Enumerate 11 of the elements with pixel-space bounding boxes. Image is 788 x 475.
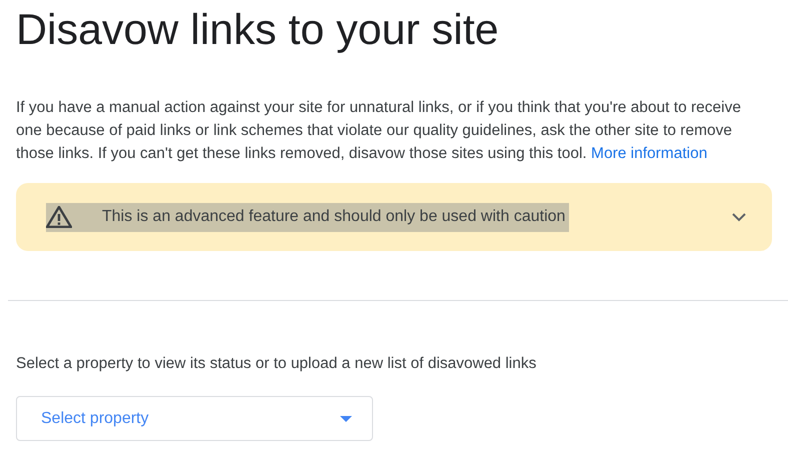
page-title: Disavow links to your site xyxy=(16,6,499,54)
dropdown-placeholder: Select property xyxy=(41,408,149,429)
dropdown-arrow-icon xyxy=(340,416,352,422)
property-prompt: Select a property to view its status or to upload a new list of disavowed links xyxy=(16,354,538,374)
warning-text: This is an advanced feature and should only be used with caution xyxy=(102,207,566,227)
intro-paragraph: If you have a manual action against your site for unnatural links, or if you think that you're about to receive one because of paid links or link schemes that violate our quality guidelines, ask the other site to remove those links. If you can't get these links removed, disavow those sites using this tool. More information xyxy=(16,98,742,164)
warning-icon xyxy=(46,206,72,228)
warning-banner[interactable]: This is an advanced feature and should only be used with caution xyxy=(16,183,772,251)
property-dropdown[interactable]: Select property xyxy=(16,396,373,442)
more-information-link[interactable]: More information xyxy=(591,145,708,162)
chevron-icon[interactable] xyxy=(732,212,746,222)
